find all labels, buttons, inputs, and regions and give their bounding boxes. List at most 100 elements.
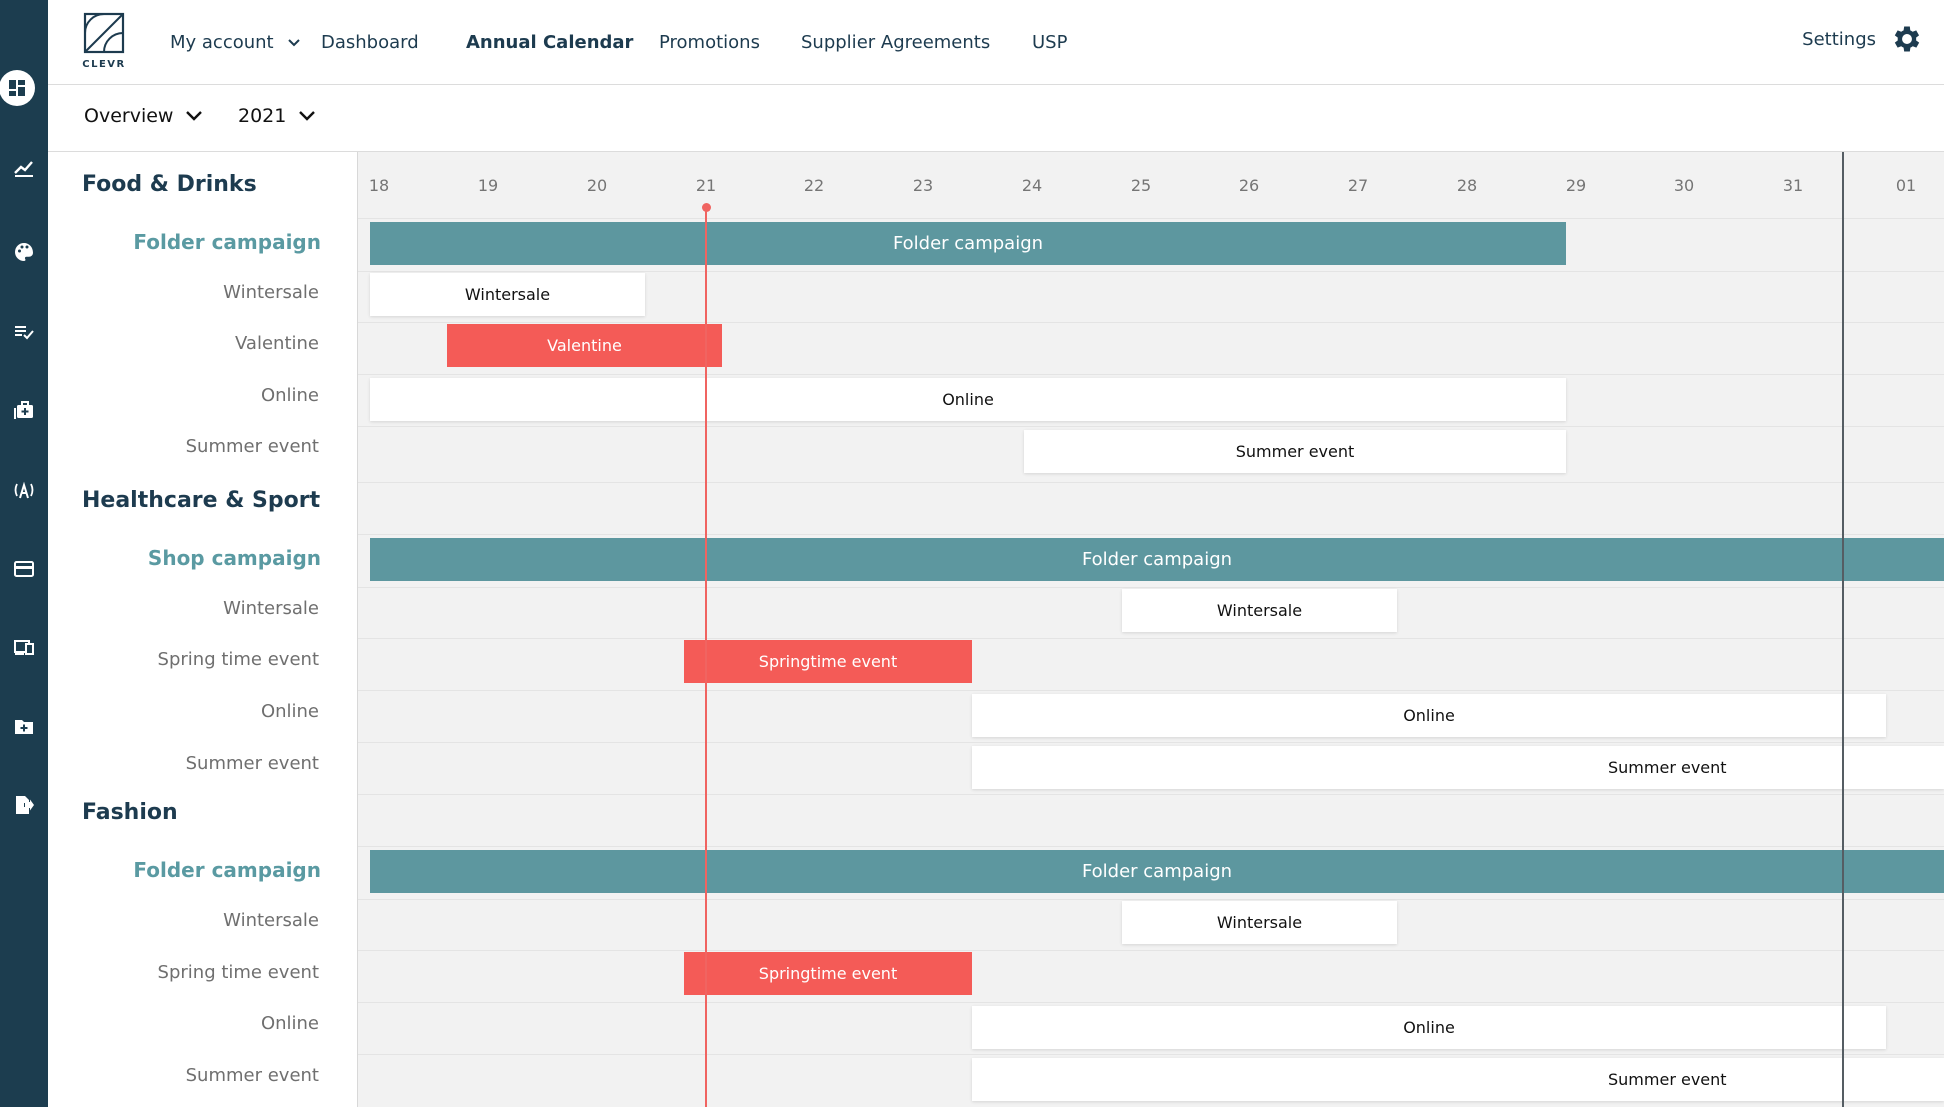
calendar-timeline: 18 19 20 21 22 23 24 25 26 27 28 29 30 3… (358, 152, 1944, 1107)
logo-text: CLEVR (82, 59, 126, 70)
row-divider (358, 587, 1944, 588)
event-bar[interactable]: Wintersale (370, 273, 645, 316)
event-bar[interactable]: Summer event (972, 746, 1944, 789)
row-divider (358, 218, 1944, 219)
category-title: Food & Drinks (82, 172, 257, 197)
campaign-bar[interactable]: Folder campaign (370, 850, 1944, 893)
day-label: 28 (1456, 176, 1478, 195)
event-bar[interactable]: Summer event (972, 1058, 1944, 1101)
day-label: 27 (1347, 176, 1369, 195)
event-bar-label: Summer event (1608, 1070, 1727, 1089)
sidebar-logout[interactable] (0, 787, 48, 827)
row-divider (358, 742, 1944, 743)
campaign-label[interactable]: Folder campaign (133, 230, 321, 254)
event-bar[interactable]: Wintersale (1122, 589, 1397, 632)
row-label: Online (260, 1013, 319, 1034)
nav-my-account-label: My account (170, 32, 274, 53)
row-divider (358, 899, 1944, 900)
row-divider (358, 794, 1944, 795)
row-divider (358, 950, 1944, 951)
nav-annual-calendar[interactable]: Annual Calendar (466, 32, 633, 53)
logo-icon (83, 12, 125, 54)
year-dropdown[interactable]: 2021 (238, 105, 316, 127)
row-divider (358, 482, 1944, 483)
nav-my-account[interactable]: My account (170, 32, 301, 53)
day-label: 23 (912, 176, 934, 195)
event-bar[interactable]: Valentine (447, 324, 722, 367)
row-label: Summer event (185, 1065, 319, 1086)
palette-icon (13, 241, 35, 267)
chevron-down-icon (288, 39, 301, 47)
event-bar[interactable]: Online (972, 694, 1886, 737)
nav-usp[interactable]: USP (1032, 32, 1067, 53)
event-bar[interactable]: Springtime event (684, 952, 972, 995)
sidebar-analytics[interactable] (0, 150, 48, 190)
sidebar-folders[interactable] (0, 708, 48, 748)
row-label: Online (260, 701, 319, 722)
row-divider (358, 846, 1944, 847)
row-divider (358, 1054, 1944, 1055)
row-divider (358, 322, 1944, 323)
day-label: 24 (1021, 176, 1043, 195)
checklist-icon (13, 320, 35, 346)
row-label: Spring time event (157, 649, 319, 670)
nav-supplier-agreements[interactable]: Supplier Agreements (801, 32, 990, 53)
row-divider (358, 534, 1944, 535)
icon-sidebar (0, 0, 48, 1107)
row-label: Spring time event (157, 962, 319, 983)
chart-line-icon (13, 157, 35, 183)
day-label: 20 (586, 176, 608, 195)
campaign-label[interactable]: Folder campaign (133, 858, 321, 882)
row-divider (358, 426, 1944, 427)
sidebar-devices[interactable] (0, 629, 48, 669)
view-dropdown[interactable]: Overview (84, 105, 203, 127)
event-bar-label: Summer event (1608, 758, 1727, 777)
nav-dashboard[interactable]: Dashboard (321, 32, 419, 53)
settings-label: Settings (1802, 28, 1876, 50)
event-bar[interactable]: Springtime event (684, 640, 972, 683)
day-label: 18 (368, 176, 390, 195)
dashboard-icon (0, 70, 35, 106)
chevron-down-icon (299, 111, 316, 121)
category-title: Healthcare & Sport (82, 488, 321, 513)
row-divider (358, 271, 1944, 272)
devices-icon (13, 636, 35, 662)
event-bar[interactable]: Wintersale (1122, 901, 1397, 944)
credit-card-icon (13, 558, 35, 584)
campaign-bar[interactable]: Folder campaign (370, 222, 1566, 265)
sidebar-dashboard[interactable] (0, 68, 48, 108)
nav-promotions[interactable]: Promotions (659, 32, 760, 53)
row-label: Wintersale (223, 282, 319, 303)
day-label: 19 (477, 176, 499, 195)
row-divider (358, 690, 1944, 691)
top-navigation: CLEVR My account Dashboard Annual Calend… (48, 0, 1944, 85)
gear-icon (1894, 26, 1920, 52)
sidebar-projects[interactable] (0, 392, 48, 432)
day-label: 25 (1130, 176, 1152, 195)
sidebar-design[interactable] (0, 234, 48, 274)
sidebar-tasks[interactable] (0, 313, 48, 353)
event-bar[interactable]: Online (370, 378, 1566, 421)
row-divider (358, 638, 1944, 639)
briefcase-plus-icon (13, 399, 35, 425)
chevron-down-icon (186, 111, 203, 121)
view-dropdown-value: Overview (84, 105, 174, 127)
sidebar-payments[interactable] (0, 551, 48, 591)
event-bar[interactable]: Summer event (1024, 430, 1566, 473)
filter-bar: Overview 2021 (48, 85, 1944, 152)
day-label: 31 (1782, 176, 1804, 195)
logout-icon (13, 794, 35, 820)
campaign-label[interactable]: Shop campaign (148, 546, 321, 570)
day-label: 26 (1238, 176, 1260, 195)
row-divider (358, 374, 1944, 375)
campaign-bar[interactable]: Folder campaign (370, 538, 1944, 581)
broadcast-icon (13, 479, 35, 505)
day-label: 22 (803, 176, 825, 195)
row-divider (358, 1002, 1944, 1003)
row-label: Valentine (235, 333, 319, 354)
settings-button[interactable]: Settings (1802, 22, 1924, 56)
sidebar-broadcast[interactable] (0, 472, 48, 512)
row-label: Summer event (185, 436, 319, 457)
event-bar[interactable]: Online (972, 1006, 1886, 1049)
clevr-logo[interactable]: CLEVR (82, 12, 126, 72)
